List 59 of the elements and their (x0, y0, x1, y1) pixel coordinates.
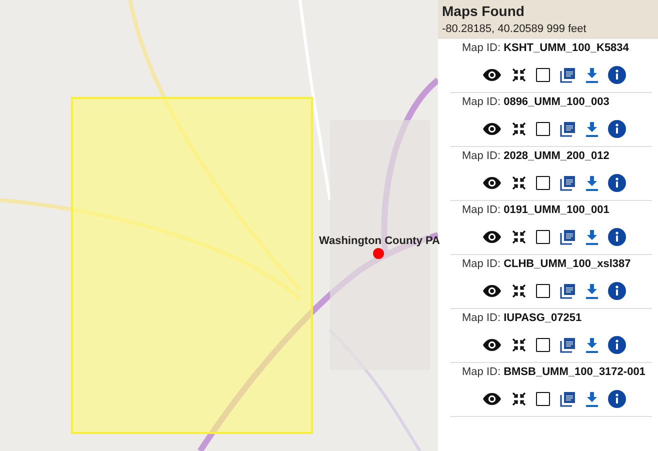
eye-icon[interactable] (482, 230, 502, 244)
collapse-icon[interactable] (512, 230, 526, 244)
info-icon[interactable] (608, 120, 626, 138)
coordinates-text: -80.28185, 40.20589 999 feet (442, 23, 588, 35)
download-icon[interactable] (586, 392, 598, 406)
pdf-icon[interactable] (560, 175, 576, 191)
collapse-icon[interactable] (512, 176, 526, 190)
pdf-icon[interactable] (560, 67, 576, 83)
download-icon[interactable] (586, 176, 598, 190)
map-id-label: Map ID: (462, 42, 501, 54)
pdf-icon[interactable] (560, 121, 576, 137)
info-icon[interactable] (608, 174, 626, 192)
map-id-value: KSHT_UMM_100_K5834 (504, 42, 629, 54)
checkbox[interactable] (536, 284, 550, 298)
map-id-label: Map ID: (462, 150, 501, 162)
download-icon[interactable] (586, 284, 598, 298)
collapse-icon[interactable] (512, 122, 526, 136)
map-id-value: BMSB_UMM_100_3172-001 (504, 366, 646, 378)
download-icon[interactable] (586, 122, 598, 136)
map-id-label: Map ID: (462, 258, 501, 270)
pdf-icon[interactable] (560, 283, 576, 299)
download-icon[interactable] (586, 230, 598, 244)
collapse-icon[interactable] (512, 68, 526, 82)
eye-icon[interactable] (482, 392, 502, 406)
checkbox[interactable] (536, 338, 550, 352)
marker-label: Washington County PA (319, 235, 440, 247)
pdf-icon[interactable] (560, 229, 576, 245)
map-id-value: 0191_UMM_100_001 (504, 204, 610, 216)
download-icon[interactable] (586, 338, 598, 352)
info-icon[interactable] (608, 336, 626, 354)
map-id-label: Map ID: (462, 366, 501, 378)
collapse-icon[interactable] (512, 284, 526, 298)
info-icon[interactable] (608, 66, 626, 84)
info-icon[interactable] (608, 390, 626, 408)
eye-icon[interactable] (482, 338, 502, 352)
checkbox[interactable] (536, 230, 550, 244)
map-id-value: CLHB_UMM_100_xsl387 (504, 258, 631, 270)
eye-icon[interactable] (482, 122, 502, 136)
pdf-icon[interactable] (560, 391, 576, 407)
panel-title: Maps Found (442, 3, 526, 19)
eye-icon[interactable] (482, 284, 502, 298)
eye-icon[interactable] (482, 68, 502, 82)
info-icon[interactable] (608, 228, 626, 246)
info-icon[interactable] (608, 282, 626, 300)
map-id-value: IUPASG_07251 (504, 312, 582, 324)
map-id-value: 0896_UMM_100_003 (504, 96, 610, 108)
map-id-label: Map ID: (462, 312, 501, 324)
pdf-icon[interactable] (560, 337, 576, 353)
map-id-value: 2028_UMM_200_012 (504, 150, 610, 162)
map-id-label: Map ID: (462, 96, 501, 108)
collapse-icon[interactable] (512, 392, 526, 406)
map-id-label: Map ID: (462, 204, 501, 216)
collapse-icon[interactable] (512, 338, 526, 352)
checkbox[interactable] (536, 392, 550, 406)
checkbox[interactable] (536, 122, 550, 136)
eye-icon[interactable] (482, 176, 502, 190)
checkbox[interactable] (536, 68, 550, 82)
download-icon[interactable] (586, 68, 598, 82)
checkbox[interactable] (536, 176, 550, 190)
